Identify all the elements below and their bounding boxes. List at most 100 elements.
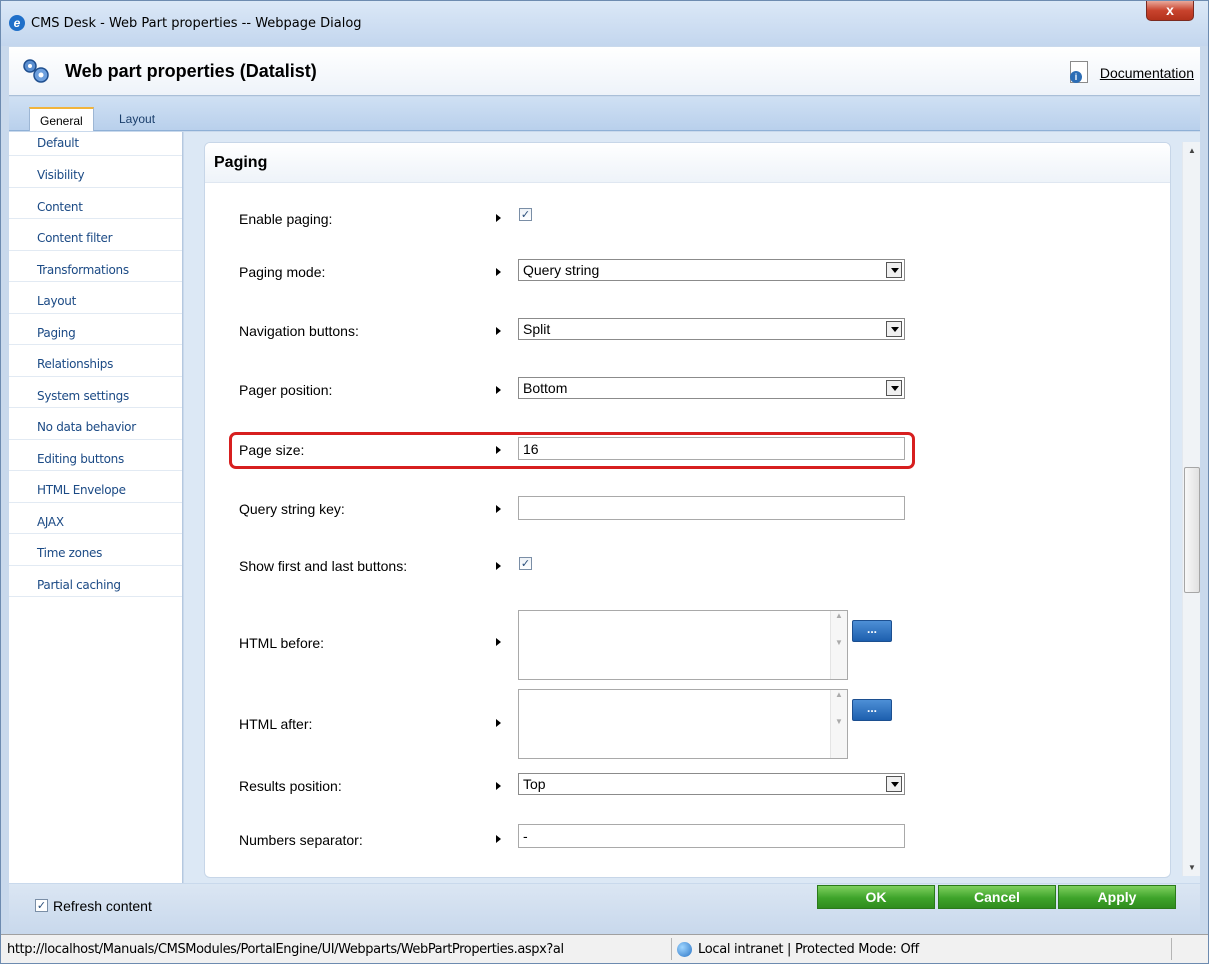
arrow-icon: [496, 214, 501, 222]
security-zone: Local intranet | Protected Mode: Off: [698, 942, 919, 957]
pager-position-select[interactable]: Bottom: [518, 377, 905, 399]
status-divider: [1171, 938, 1172, 960]
sidebar-item-ajax[interactable]: AJAX: [9, 503, 182, 534]
navigation-buttons-row: Navigation buttons: Split: [205, 318, 1170, 346]
show-first-last-label: Show first and last buttons:: [239, 558, 408, 574]
chevron-down-icon[interactable]: [886, 321, 902, 337]
sidebar-item-time-zones[interactable]: Time zones: [9, 534, 182, 566]
chevron-down-icon[interactable]: [886, 776, 902, 792]
info-icon: i: [1070, 71, 1082, 83]
status-divider: [671, 938, 672, 960]
html-after-editor-button[interactable]: ...: [852, 699, 892, 721]
globe-icon: [677, 942, 692, 957]
results-position-row: Results position: Top: [205, 773, 1170, 801]
arrow-icon: [496, 782, 501, 790]
arrow-icon: [496, 719, 501, 727]
dialog-window: e CMS Desk - Web Part properties -- Webp…: [0, 0, 1209, 964]
window-title: CMS Desk - Web Part properties -- Webpag…: [31, 16, 362, 31]
sidebar-item-html-envelope[interactable]: HTML Envelope: [9, 471, 182, 503]
scroll-down-icon[interactable]: ▼: [1188, 863, 1196, 872]
textarea-scrollbar[interactable]: ▲ ▼: [830, 690, 847, 758]
tab-layout[interactable]: Layout: [109, 107, 165, 131]
apply-button[interactable]: Apply: [1058, 885, 1176, 909]
html-before-editor-button[interactable]: ...: [852, 620, 892, 642]
pager-position-label: Pager position:: [239, 382, 333, 398]
show-first-last-checkbox[interactable]: ✓: [519, 557, 532, 570]
sidebar-item-no-data-behavior[interactable]: No data behavior: [9, 408, 182, 440]
navigation-buttons-value: Split: [523, 321, 551, 337]
arrow-icon: [496, 386, 501, 394]
documentation-link[interactable]: Documentation: [1100, 65, 1194, 81]
refresh-content-label: Refresh content: [53, 898, 152, 914]
paging-mode-select[interactable]: Query string: [518, 259, 905, 281]
arrow-icon: [496, 268, 501, 276]
sidebar: Default Visibility Content Content filte…: [9, 132, 183, 883]
html-before-textarea[interactable]: ▲ ▼: [518, 610, 848, 680]
pager-position-row: Pager position: Bottom: [205, 377, 1170, 405]
panel-title: Paging: [214, 154, 268, 171]
tab-general[interactable]: General: [29, 107, 94, 131]
arrow-icon: [496, 638, 501, 646]
documentation-icon[interactable]: i: [1070, 61, 1088, 83]
dialog-footer: ✓ Refresh content OK Cancel Apply: [9, 884, 1200, 934]
paging-mode-value: Query string: [523, 262, 600, 278]
status-bar: http://localhost/Manuals/CMSModules/Port…: [1, 934, 1208, 963]
title-bar: e CMS Desk - Web Part properties -- Webp…: [1, 1, 1208, 46]
numbers-separator-label: Numbers separator:: [239, 832, 363, 848]
textarea-scrollbar[interactable]: ▲ ▼: [830, 611, 847, 679]
vertical-scrollbar[interactable]: ▲ ▼: [1182, 142, 1200, 876]
status-url: http://localhost/Manuals/CMSModules/Port…: [7, 942, 564, 957]
show-first-last-row: Show first and last buttons: ✓: [205, 556, 1170, 584]
html-after-label: HTML after:: [239, 716, 313, 732]
sidebar-item-content[interactable]: Content: [9, 188, 182, 219]
sidebar-item-partial-caching[interactable]: Partial caching: [9, 566, 182, 597]
close-button[interactable]: x: [1146, 1, 1194, 21]
html-before-label: HTML before:: [239, 635, 325, 651]
page-size-row: Page size: 16: [205, 437, 1170, 465]
arrow-icon: [496, 505, 501, 513]
query-string-key-input[interactable]: [518, 496, 905, 520]
arrow-icon: [496, 835, 501, 843]
sidebar-item-layout[interactable]: Layout: [9, 282, 182, 314]
numbers-separator-row: Numbers separator: -: [205, 824, 1170, 852]
refresh-content-checkbox[interactable]: ✓: [35, 899, 48, 912]
page-size-label: Page size:: [239, 442, 305, 458]
html-before-row: HTML before: ▲ ▼ ...: [205, 610, 1170, 682]
enable-paging-checkbox[interactable]: ✓: [519, 208, 532, 221]
sidebar-item-editing-buttons[interactable]: Editing buttons: [9, 440, 182, 471]
paging-panel: Paging Enable paging: ✓ Paging mode: Que…: [204, 142, 1171, 878]
content-area: Paging Enable paging: ✓ Paging mode: Que…: [184, 132, 1200, 883]
scroll-up-icon[interactable]: ▲: [1188, 146, 1196, 155]
html-after-textarea[interactable]: ▲ ▼: [518, 689, 848, 759]
enable-paging-label: Enable paging:: [239, 211, 333, 227]
paging-mode-row: Paging mode: Query string: [205, 259, 1170, 287]
pager-position-value: Bottom: [523, 380, 568, 396]
query-string-key-label: Query string key:: [239, 501, 345, 517]
scrollbar-thumb[interactable]: [1184, 467, 1200, 593]
page-title: Web part properties (Datalist): [65, 61, 317, 81]
web-part-icon: [23, 59, 49, 83]
page-size-input[interactable]: 16: [518, 437, 905, 460]
arrow-icon: [496, 327, 501, 335]
sidebar-item-visibility[interactable]: Visibility: [9, 156, 182, 188]
enable-paging-row: Enable paging: ✓: [205, 205, 1170, 233]
sidebar-item-transformations[interactable]: Transformations: [9, 251, 182, 282]
sidebar-item-system-settings[interactable]: System settings: [9, 377, 182, 408]
panel-header: Paging: [205, 143, 1170, 183]
navigation-buttons-select[interactable]: Split: [518, 318, 905, 340]
sidebar-item-relationships[interactable]: Relationships: [9, 345, 182, 377]
tab-bar: General Layout: [9, 97, 1200, 131]
chevron-down-icon[interactable]: [886, 380, 902, 396]
results-position-label: Results position:: [239, 778, 342, 794]
sidebar-item-paging[interactable]: Paging: [9, 314, 182, 345]
results-position-select[interactable]: Top: [518, 773, 905, 795]
chevron-down-icon[interactable]: [886, 262, 902, 278]
ok-button[interactable]: OK: [817, 885, 935, 909]
sidebar-item-default[interactable]: Default: [9, 132, 182, 156]
sidebar-item-content-filter[interactable]: Content filter: [9, 219, 182, 251]
arrow-icon: [496, 446, 501, 454]
internet-explorer-icon: e: [9, 15, 25, 31]
page-header: Web part properties (Datalist) i Documen…: [9, 47, 1200, 96]
cancel-button[interactable]: Cancel: [938, 885, 1056, 909]
numbers-separator-input[interactable]: -: [518, 824, 905, 848]
